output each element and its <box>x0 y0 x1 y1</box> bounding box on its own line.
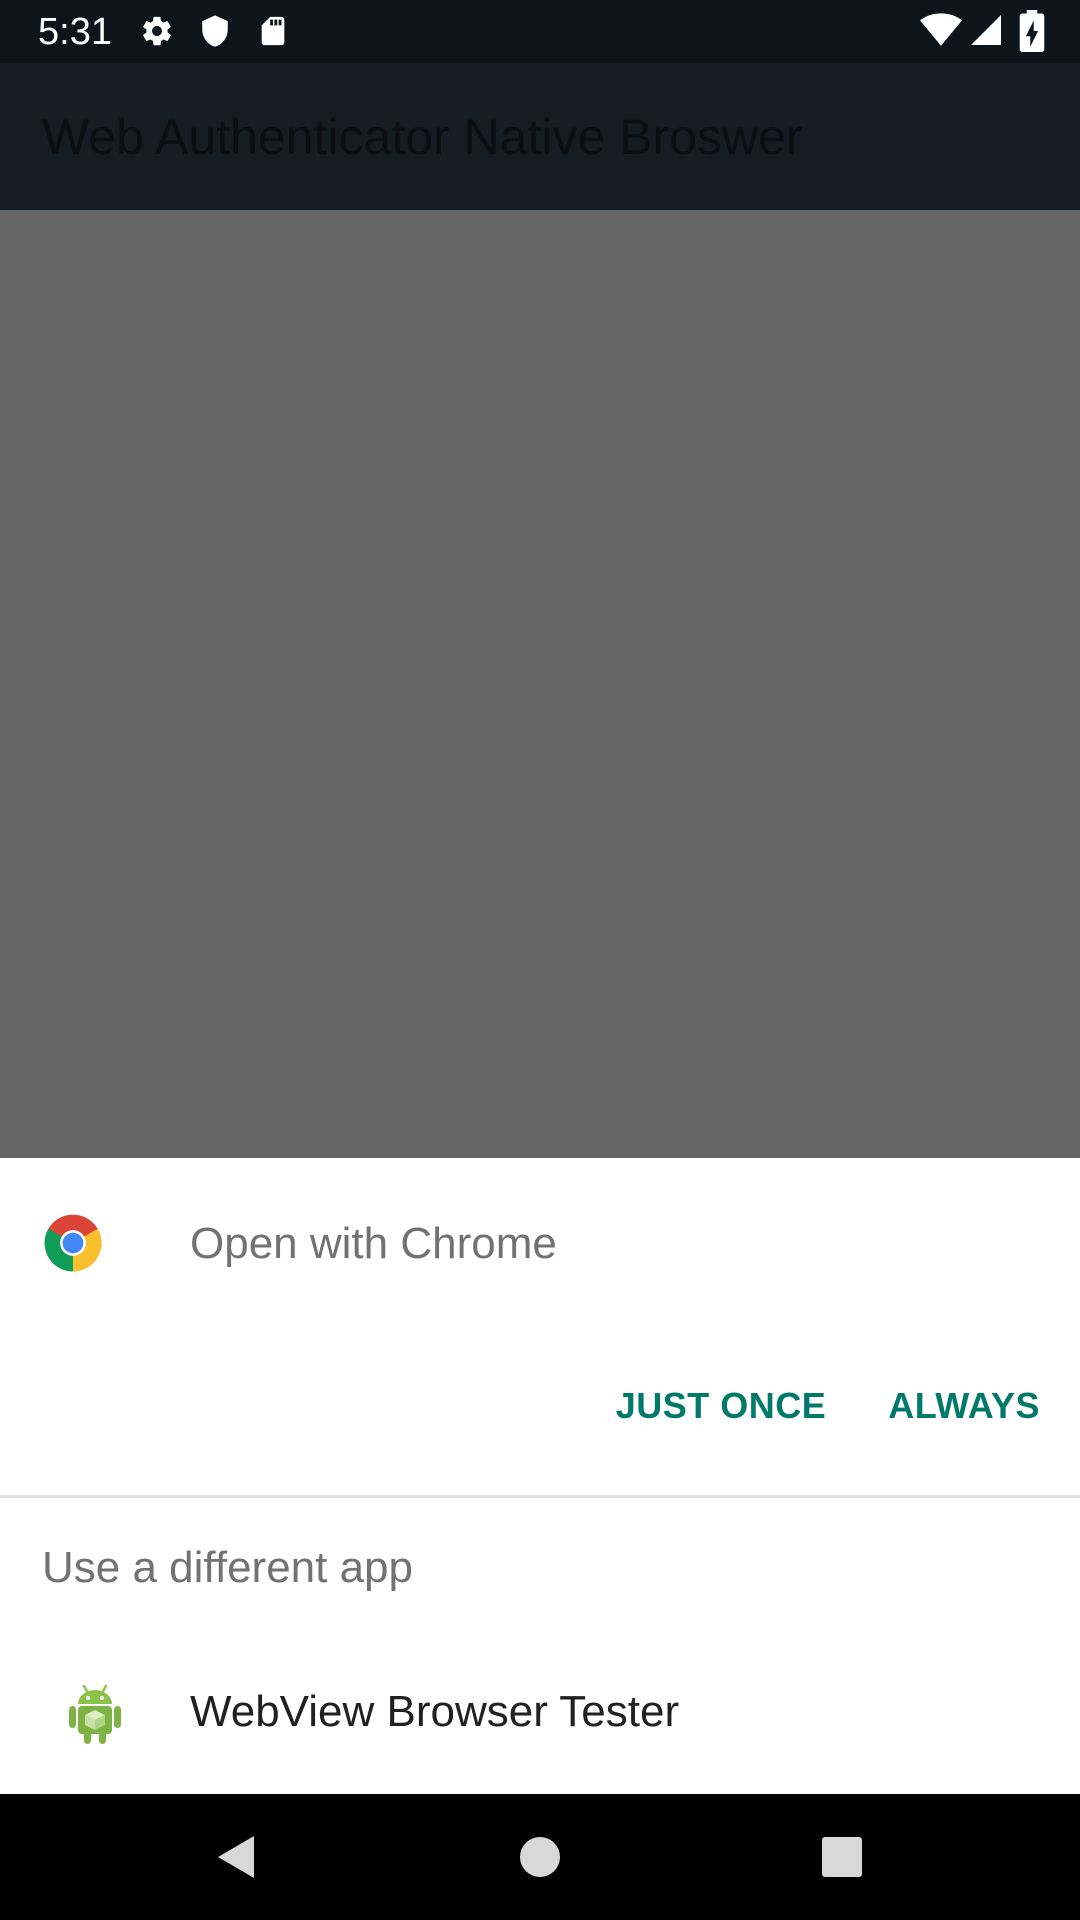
status-bar: 5:31 <box>0 0 1080 63</box>
app-chooser-sheet: Open with Chrome JUST ONCE ALWAYS Use a … <box>0 1158 1080 1794</box>
settings-icon <box>143 16 171 46</box>
app-title: Web Authenticator Native Broswer <box>42 109 803 165</box>
default-app-row: Open with Chrome <box>0 1158 1080 1328</box>
chrome-logo-icon <box>44 1214 102 1272</box>
dialog-title: Open with Chrome <box>190 1219 557 1268</box>
screen: 5:31 Web Authenticator Native Broswer Op… <box>0 0 1080 1920</box>
different-app-subheader: Use a different app <box>42 1543 413 1592</box>
always-button[interactable]: ALWAYS <box>888 1376 1040 1436</box>
battery-charging-icon <box>1019 10 1045 52</box>
divider <box>0 1495 1080 1498</box>
wifi-icon <box>920 13 962 46</box>
app-option-label: WebView Browser Tester <box>190 1687 680 1736</box>
android-robot-icon <box>69 1684 121 1744</box>
app-option-webview-browser-tester[interactable]: WebView Browser Tester <box>0 1652 1080 1794</box>
home-icon[interactable] <box>515 1832 565 1882</box>
app-bar: Web Authenticator Native Broswer <box>0 63 1080 210</box>
status-time: 5:31 <box>38 11 112 53</box>
navigation-bar <box>0 1794 1080 1920</box>
dimmed-content-scrim[interactable] <box>0 210 1080 1158</box>
sd-card-icon <box>261 16 285 46</box>
shield-icon <box>202 15 228 47</box>
back-icon[interactable] <box>212 1832 262 1882</box>
just-once-button[interactable]: JUST ONCE <box>616 1376 827 1436</box>
dialog-actions: JUST ONCE ALWAYS <box>616 1376 1040 1436</box>
signal-icon <box>971 15 1001 45</box>
recents-icon[interactable] <box>817 1832 867 1882</box>
